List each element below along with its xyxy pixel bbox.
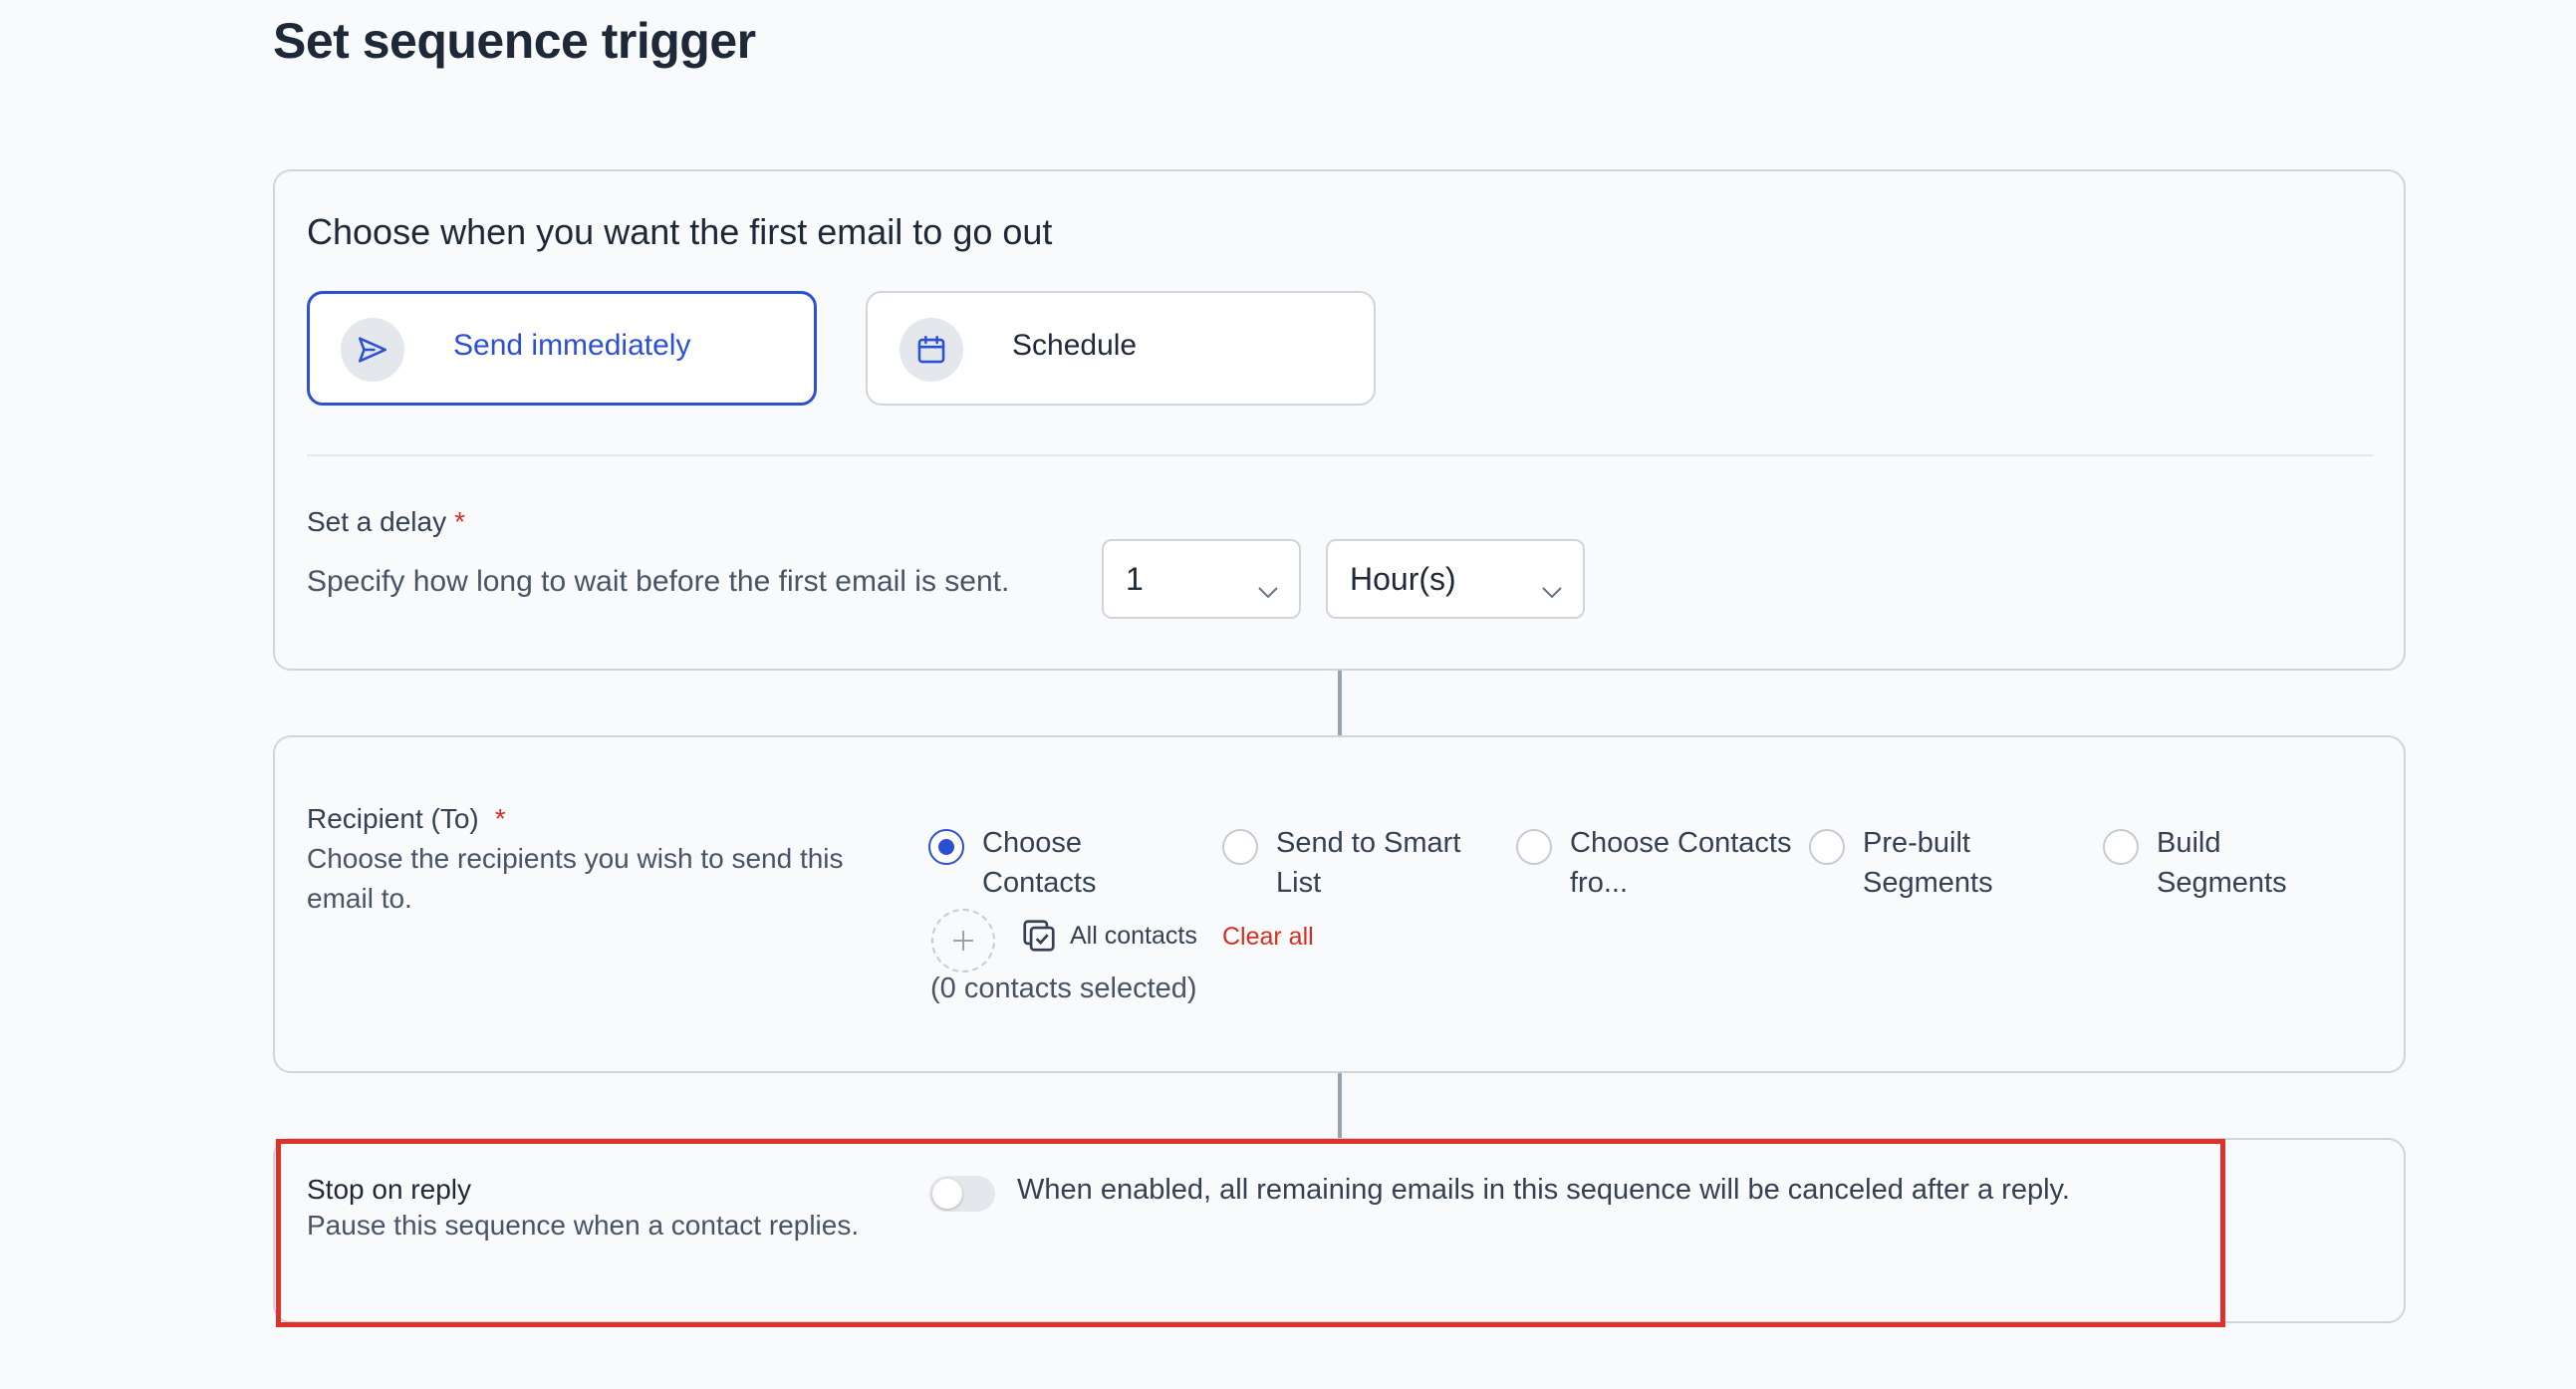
chevron-down-icon (1257, 571, 1279, 608)
radio-button[interactable] (1516, 829, 1552, 865)
recipient-help: Choose the recipients you wish to send t… (307, 843, 844, 914)
radio-label: Choose Contacts (982, 827, 1097, 899)
copy-check-icon (1023, 920, 1055, 952)
calendar-icon (900, 318, 963, 382)
delay-amount-value: 1 (1126, 561, 1144, 597)
stop-on-reply-description: When enabled, all remaining emails in th… (1017, 1174, 2070, 1206)
send-immediately-label: Send immediately (453, 329, 691, 362)
page-title: Set sequence trigger (273, 13, 756, 69)
delay-label: Set a delay * (307, 506, 465, 538)
delay-unit-select[interactable]: Hour(s) (1326, 539, 1585, 619)
required-mark: * (454, 506, 466, 537)
delay-label-text: Set a delay (307, 506, 447, 537)
delay-help: Specify how long to wait before the firs… (307, 565, 1010, 598)
stop-on-reply-label: Stop on reply (307, 1174, 471, 1205)
all-contacts-button[interactable]: All contacts (1020, 917, 1197, 955)
trigger-card: Choose when you want the first email to … (273, 169, 2406, 671)
stop-on-reply-toggle[interactable] (929, 1176, 995, 1212)
divider (307, 454, 2374, 456)
radio-label: Pre-built Segments (1863, 827, 1993, 899)
radio-build-segments[interactable]: Build Segments (2103, 823, 2356, 903)
add-contact-button[interactable] (931, 909, 995, 972)
radio-pre-built-segments[interactable]: Pre-built Segments (1809, 823, 2062, 903)
stop-on-reply-help: Pause this sequence when a contact repli… (307, 1210, 860, 1241)
connector-line (1338, 1073, 1342, 1138)
radio-choose-contacts[interactable]: Choose Contacts (928, 823, 1181, 903)
radio-button[interactable] (1222, 829, 1258, 865)
radio-label: Send to Smart List (1276, 827, 1461, 899)
radio-button[interactable] (928, 829, 964, 865)
recipient-card: Recipient (To) * Choose the recipients yo… (273, 735, 2406, 1073)
delay-amount-select[interactable]: 1 (1102, 539, 1301, 619)
radio-send-to-smart-list[interactable]: Send to Smart List (1222, 823, 1505, 903)
page: Set sequence trigger Choose when you wan… (0, 0, 2576, 1389)
schedule-option[interactable]: Schedule (866, 291, 1376, 406)
send-icon (341, 318, 404, 382)
recipient-label-text: Recipient (To) (307, 803, 479, 834)
clear-all-link[interactable]: Clear all (1222, 923, 1314, 952)
radio-button[interactable] (2103, 829, 2139, 865)
radio-label: Build Segments (2157, 827, 2287, 899)
schedule-label: Schedule (1012, 329, 1138, 362)
recipient-label: Recipient (To) * (307, 803, 506, 835)
chevron-down-icon (1541, 571, 1563, 608)
contacts-selected-count: (0 contacts selected) (930, 972, 1197, 1004)
connector-line (1338, 671, 1342, 735)
delay-unit-value: Hour(s) (1350, 561, 1456, 597)
radio-choose-contacts-from[interactable]: Choose Contacts fro... (1516, 823, 1799, 903)
send-immediately-option[interactable]: Send immediately (307, 291, 817, 406)
plus-icon (953, 931, 973, 951)
required-mark: * (494, 803, 506, 834)
toggle-knob (932, 1179, 962, 1209)
radio-label: Choose Contacts fro... (1570, 827, 1792, 899)
stop-on-reply-card: Stop on reply Pause this sequence when a… (273, 1138, 2406, 1323)
trigger-heading: Choose when you want the first email to … (307, 211, 1053, 252)
all-contacts-label: All contacts (1070, 921, 1197, 950)
radio-button[interactable] (1809, 829, 1845, 865)
